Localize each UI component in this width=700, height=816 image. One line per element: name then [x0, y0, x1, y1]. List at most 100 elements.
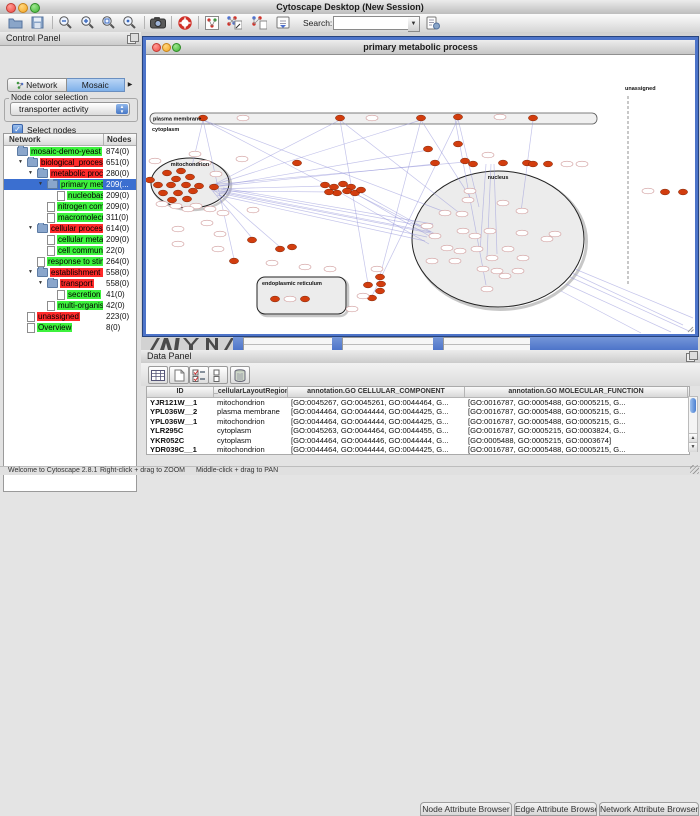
gene-node[interactable] [320, 182, 329, 188]
tree-row[interactable]: Overview8(0) [4, 322, 136, 333]
annotation-node[interactable] [172, 226, 184, 232]
frame-minimize-button[interactable] [162, 43, 171, 52]
annotation-node[interactable] [284, 296, 296, 302]
gene-node[interactable] [209, 184, 218, 190]
gene-node[interactable] [182, 196, 191, 202]
table-row[interactable]: YPL036W__1mitochondrion[GO:0044464, GO:0… [147, 417, 689, 426]
gene-node[interactable] [453, 114, 462, 120]
gene-node[interactable] [162, 170, 171, 176]
gene-node[interactable] [660, 189, 669, 195]
frame-resize-grip[interactable] [688, 327, 694, 332]
gene-node[interactable] [300, 296, 309, 302]
annotation-node[interactable] [366, 115, 378, 121]
annotation-node[interactable] [486, 255, 498, 261]
gene-node[interactable] [173, 190, 182, 196]
annotation-node[interactable] [517, 255, 529, 261]
annotation-node[interactable] [456, 211, 468, 217]
network-overlay-1-icon[interactable] [225, 15, 242, 30]
expander-icon[interactable]: ▼ [28, 223, 37, 234]
unselect-attributes-icon[interactable] [208, 366, 228, 384]
gene-node[interactable] [528, 115, 537, 121]
annotation-node[interactable] [484, 228, 496, 234]
annotation-node[interactable] [426, 258, 438, 264]
annotation-node[interactable] [516, 230, 528, 236]
tab-node-attribute-browser[interactable]: Node Attribute Browser [420, 802, 512, 816]
tree-row[interactable]: ▼cellular process614(0) [4, 223, 136, 234]
gene-node[interactable] [375, 288, 384, 294]
annotation-node[interactable] [236, 156, 248, 162]
table-scrollbar[interactable]: ▲ ▼ [688, 396, 698, 452]
tree-row[interactable]: cell communicat22(0) [4, 245, 136, 256]
gene-node[interactable] [167, 197, 176, 203]
gene-node[interactable] [158, 190, 167, 196]
gene-node[interactable] [528, 161, 537, 167]
tree-row[interactable]: response to stimulu264(0) [4, 256, 136, 267]
delete-attribute-trash-icon[interactable] [230, 366, 250, 384]
minimize-button[interactable] [18, 3, 28, 13]
expander-icon[interactable]: ▼ [18, 157, 27, 168]
zoom-fit-icon[interactable] [100, 15, 117, 30]
annotation-node[interactable] [371, 266, 383, 272]
window-title-bar[interactable]: Cytoscape Desktop (New Session) [0, 0, 700, 15]
gene-node[interactable] [292, 160, 301, 166]
annotation-node[interactable] [482, 152, 494, 158]
gene-node[interactable] [185, 174, 194, 180]
gene-node[interactable] [453, 141, 462, 147]
expander-icon[interactable]: ▼ [38, 278, 47, 289]
annotation-node[interactable] [149, 158, 161, 164]
annotation-node[interactable] [449, 258, 461, 264]
annotation-node[interactable] [471, 246, 483, 252]
tab-network-attribute-browser[interactable]: Network Attribute Browser [599, 802, 699, 816]
annotation-node[interactable] [481, 286, 493, 292]
gene-node[interactable] [335, 115, 344, 121]
float-panel-icon[interactable] [686, 353, 695, 362]
annotation-node[interactable] [266, 260, 278, 266]
table-column-header[interactable]: annotation.GO CELLULAR_COMPONENT [288, 387, 465, 397]
tree-row[interactable]: ▼biological_process651(0) [4, 157, 136, 168]
tab-scroll-right-icon[interactable]: ▶ [125, 78, 135, 92]
tree-row[interactable]: mosaic-demo-yeast874(0) [4, 146, 136, 157]
gene-node[interactable] [430, 160, 439, 166]
tree-row[interactable]: secretion41(0) [4, 289, 136, 300]
annotation-node[interactable] [170, 203, 182, 209]
gene-node[interactable] [423, 146, 432, 152]
gene-node[interactable] [188, 188, 197, 194]
gene-node[interactable] [247, 237, 256, 243]
annotation-node[interactable] [237, 115, 249, 121]
float-panel-icon[interactable] [127, 35, 136, 44]
gene-node[interactable] [338, 181, 347, 187]
expander-icon[interactable]: ▼ [28, 168, 37, 179]
annotation-node[interactable] [494, 114, 506, 120]
annotation-node[interactable] [189, 151, 201, 157]
table-column-header[interactable]: annotation.GO MOLECULAR_FUNCTION [465, 387, 688, 397]
gene-node[interactable] [287, 244, 296, 250]
network-overlay-2-icon[interactable] [250, 15, 267, 30]
zoom-selected-icon[interactable] [121, 15, 138, 30]
gene-node[interactable] [498, 160, 507, 166]
new-attribute-icon[interactable] [169, 366, 189, 384]
annotation-node[interactable] [512, 268, 524, 274]
tab-edge-attribute-browser[interactable]: Edge Attribute Browser [514, 802, 597, 816]
gene-node[interactable] [376, 281, 385, 287]
annotation-node[interactable] [469, 233, 481, 239]
gene-node[interactable] [153, 182, 162, 188]
annotation-node[interactable] [172, 241, 184, 247]
gene-node[interactable] [176, 168, 185, 174]
help-lifesaver-icon[interactable] [176, 15, 193, 30]
annotation-node[interactable] [642, 188, 654, 194]
table-row[interactable]: YKR052Ccytoplasm[GO:0044464, GO:0044446,… [147, 436, 689, 445]
gene-node[interactable] [171, 176, 180, 182]
gene-node[interactable] [324, 189, 333, 195]
gene-node[interactable] [270, 296, 279, 302]
close-button[interactable] [6, 3, 16, 13]
gene-node[interactable] [229, 258, 238, 264]
annotation-node[interactable] [516, 208, 528, 214]
annotation-node[interactable] [454, 248, 466, 254]
gene-node[interactable] [543, 161, 552, 167]
select-attributes-icon[interactable] [189, 366, 209, 384]
annotation-node[interactable] [457, 228, 469, 234]
annotation-node[interactable] [357, 293, 369, 299]
annotation-node[interactable] [576, 161, 588, 167]
table-row[interactable]: YDR039C__1mitochondrion[GO:0044464, GO:0… [147, 445, 689, 454]
annotation-node[interactable] [217, 210, 229, 216]
